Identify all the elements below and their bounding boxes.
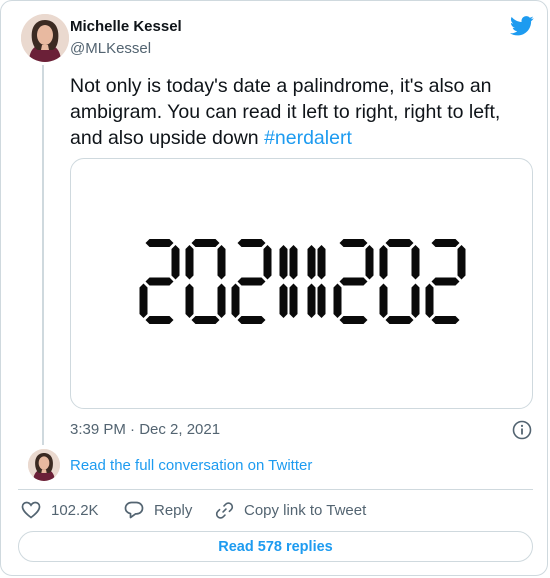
digit-segment xyxy=(191,316,220,324)
digit-0 xyxy=(379,239,420,324)
conversation-avatar[interactable] xyxy=(28,449,60,481)
digit-segment xyxy=(431,239,460,247)
digit-segment xyxy=(339,239,368,247)
digit-segment xyxy=(431,316,460,324)
copy-link-label: Copy link to Tweet xyxy=(244,502,367,519)
digit-segment xyxy=(411,245,420,280)
digit-segment xyxy=(185,245,194,280)
digit-segment xyxy=(231,283,240,318)
digit-segment xyxy=(339,277,368,286)
digit-segment xyxy=(425,283,434,318)
divider xyxy=(18,489,533,490)
digit-segment xyxy=(385,239,414,247)
read-replies-button[interactable]: Read 578 replies xyxy=(18,531,533,562)
digit-segment xyxy=(385,316,414,324)
digit-segment xyxy=(289,245,298,280)
digit-segment xyxy=(379,245,388,280)
digit-segment xyxy=(237,239,266,247)
reply-button[interactable]: Reply xyxy=(124,501,192,519)
digit-segment xyxy=(145,316,174,324)
digit-0 xyxy=(185,239,226,324)
digit-segment xyxy=(339,316,368,324)
digit-2 xyxy=(231,239,272,324)
digit-segment xyxy=(191,239,220,247)
digit-1 xyxy=(307,245,326,318)
digit-segment xyxy=(317,245,326,280)
hashtag-link[interactable]: #nerdalert xyxy=(264,127,352,149)
digit-segment xyxy=(431,277,460,286)
digit-segment xyxy=(145,239,174,247)
thread-line xyxy=(42,65,44,445)
seven-segment-digits xyxy=(139,239,466,324)
digit-segment xyxy=(279,245,288,280)
digit-segment xyxy=(317,283,326,318)
digit-segment xyxy=(185,283,194,318)
tweet-media-image[interactable] xyxy=(70,158,533,409)
digit-2 xyxy=(425,239,466,324)
twitter-bird-icon[interactable] xyxy=(510,16,534,36)
read-conversation-link[interactable]: Read the full conversation on Twitter xyxy=(70,457,312,474)
tweet-timestamp[interactable]: 3:39 PM · Dec 2, 2021 xyxy=(70,421,220,438)
digit-segment xyxy=(365,245,374,280)
digit-segment xyxy=(307,245,316,280)
digit-segment xyxy=(279,283,288,318)
digit-segment xyxy=(237,316,266,324)
digit-segment xyxy=(139,283,148,318)
digit-2 xyxy=(333,239,374,324)
heart-icon xyxy=(21,501,41,519)
reply-label: Reply xyxy=(154,501,193,519)
digit-segment xyxy=(307,283,316,318)
digit-segment xyxy=(263,245,272,280)
like-count: 102.2K xyxy=(51,501,99,519)
digit-segment xyxy=(289,283,298,318)
digit-segment xyxy=(457,245,466,280)
speech-bubble-icon xyxy=(124,501,144,519)
digit-segment xyxy=(237,277,266,286)
copy-link-button[interactable]: Copy link to Tweet xyxy=(215,501,366,520)
digit-segment xyxy=(333,283,342,318)
digit-2 xyxy=(139,239,180,324)
tweet-card: Michelle Kessel @MLKessel Not only is to… xyxy=(0,0,548,576)
digit-segment xyxy=(379,283,388,318)
author-name[interactable]: Michelle Kessel xyxy=(70,18,182,35)
digit-segment xyxy=(145,277,174,286)
info-icon[interactable] xyxy=(512,420,532,440)
author-avatar[interactable] xyxy=(21,14,69,62)
digit-segment xyxy=(411,283,420,318)
digit-1 xyxy=(279,245,298,318)
tweet-text: Not only is today's date a palindrome, i… xyxy=(70,73,530,151)
like-button[interactable]: 102.2K xyxy=(21,501,99,519)
digit-segment xyxy=(217,283,226,318)
digit-segment xyxy=(171,245,180,280)
digit-segment xyxy=(217,245,226,280)
author-handle[interactable]: @MLKessel xyxy=(70,40,151,57)
link-icon xyxy=(215,502,234,519)
